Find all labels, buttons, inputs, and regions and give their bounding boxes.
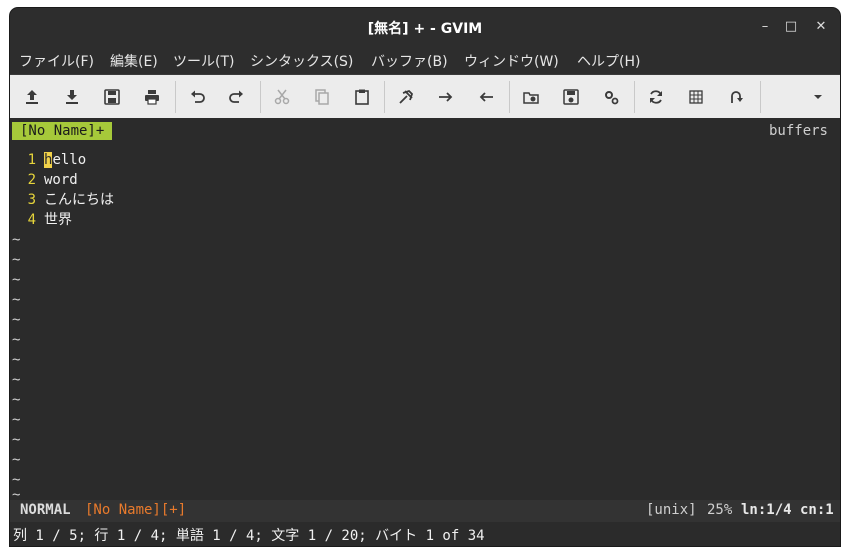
cursor-position: ln:1/4 cn:1 xyxy=(741,502,834,518)
menu-tools[interactable]: ツール(T) xyxy=(173,51,234,71)
line-number: 1 xyxy=(27,152,36,168)
save-session-icon[interactable] xyxy=(558,84,584,110)
statusline: NORMAL [No Name][+] [unix] 25% ln:1/4 cn… xyxy=(10,500,840,522)
empty-line-marker: ~ xyxy=(12,432,21,448)
command-line-text: 列 1 / 5; 行 1 / 4; 単語 1 / 4; 文字 1 / 20; バ… xyxy=(13,528,485,544)
save-file-icon[interactable] xyxy=(59,84,85,110)
empty-line-marker: ~ xyxy=(12,292,21,308)
run-script-icon[interactable] xyxy=(598,84,624,110)
tab-no-name[interactable]: [No Name]+ xyxy=(12,122,113,140)
find-previous-icon[interactable] xyxy=(473,84,499,110)
window-title: [無名] + - GVIM xyxy=(367,21,483,37)
file-format: [unix] xyxy=(646,502,697,518)
gvim-window: [無名] + - GVIM – □ ✕ ファイル(F) 編集(E) ツール(T)… xyxy=(10,8,840,546)
print-icon[interactable] xyxy=(139,84,165,110)
line-text: 世界 xyxy=(44,212,72,228)
scroll-percent: 25% xyxy=(707,502,733,518)
empty-line-marker: ~ xyxy=(12,272,21,288)
line-number: 3 xyxy=(27,192,36,208)
menu-file[interactable]: ファイル(F) xyxy=(19,51,94,71)
line-text: word xyxy=(44,172,78,188)
empty-line-marker: ~ xyxy=(12,332,21,348)
buffers-label: buffers xyxy=(768,123,828,139)
run-ctags-icon[interactable] xyxy=(683,84,709,110)
open-file-icon[interactable] xyxy=(19,84,45,110)
command-line[interactable]: 列 1 / 5; 行 1 / 4; 単語 1 / 4; 文字 1 / 20; バ… xyxy=(10,522,840,546)
titlebar: [無名] + - GVIM – □ ✕ xyxy=(10,8,840,46)
empty-line-marker: ~ xyxy=(12,452,21,468)
find-replace-icon[interactable] xyxy=(393,84,419,110)
status-filename: [No Name][+] xyxy=(85,502,187,518)
copy-icon[interactable] xyxy=(309,84,335,110)
cut-icon[interactable] xyxy=(269,84,295,110)
empty-line-marker: ~ xyxy=(12,352,21,368)
empty-line-marker: ~ xyxy=(12,252,21,268)
paste-icon[interactable] xyxy=(349,84,375,110)
load-session-icon[interactable] xyxy=(518,84,544,110)
redo-icon[interactable] xyxy=(223,84,249,110)
line-text: ello xyxy=(52,152,87,168)
jump-tag-icon[interactable] xyxy=(723,84,749,110)
empty-line-marker: ~ xyxy=(12,372,21,388)
minimize-button[interactable]: – xyxy=(755,17,775,37)
make-icon[interactable] xyxy=(643,84,669,110)
empty-line-marker: ~ xyxy=(12,487,21,503)
toolbar xyxy=(10,75,840,118)
menubar: ファイル(F) 編集(E) ツール(T) シンタックス(S) バッファ(B) ウ… xyxy=(10,46,840,75)
empty-line-marker: ~ xyxy=(12,312,21,328)
find-next-icon[interactable] xyxy=(433,84,459,110)
line-number: 4 xyxy=(27,212,36,228)
empty-line-marker: ~ xyxy=(12,392,21,408)
menu-edit[interactable]: 編集(E) xyxy=(110,51,158,71)
save-all-icon[interactable] xyxy=(99,84,125,110)
menu-help[interactable]: ヘルプ(H) xyxy=(577,51,640,71)
menu-syntax[interactable]: シンタックス(S) xyxy=(250,51,353,71)
tabline: [No Name]+ buffers xyxy=(10,119,840,141)
menu-buffers[interactable]: バッファ(B) xyxy=(371,51,448,71)
maximize-button[interactable]: □ xyxy=(781,17,801,37)
empty-line-marker: ~ xyxy=(12,232,21,248)
menu-window[interactable]: ウィンドウ(W) xyxy=(464,51,559,71)
empty-line-marker: ~ xyxy=(12,412,21,428)
undo-icon[interactable] xyxy=(185,84,211,110)
line-number: 2 xyxy=(27,172,36,188)
line-text: こんにちは xyxy=(44,192,114,208)
editor-area[interactable]: [No Name]+ buffers 1 hello 2 word 3 こんにち… xyxy=(10,119,840,503)
close-button[interactable]: ✕ xyxy=(811,17,831,37)
mode-indicator: NORMAL xyxy=(20,502,71,518)
overflow-menu-icon[interactable] xyxy=(805,84,831,110)
